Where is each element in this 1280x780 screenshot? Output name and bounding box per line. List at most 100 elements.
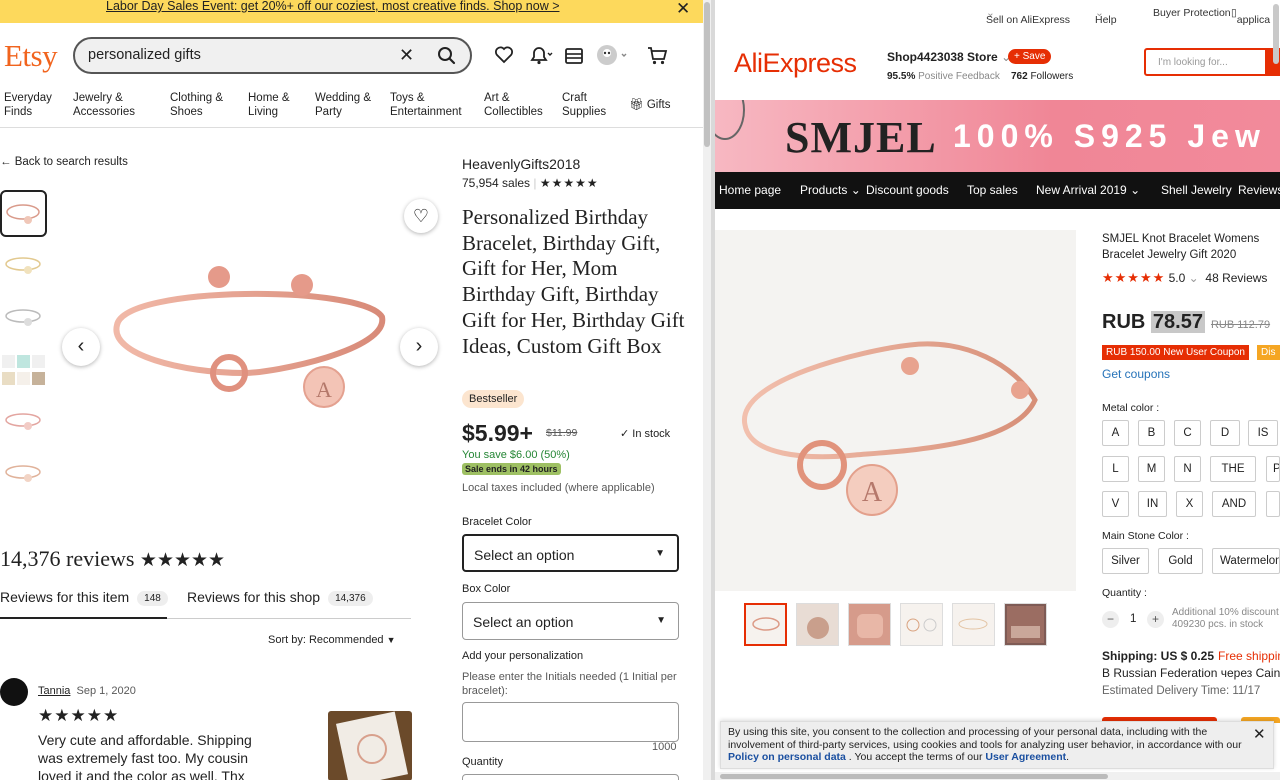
category-jewelry-accessories[interactable]: Jewelry & Accessories — [73, 91, 135, 119]
metal-option[interactable]: D — [1210, 420, 1240, 446]
metal-option[interactable]: AND — [1212, 491, 1256, 517]
gift-box-icon[interactable] — [564, 44, 584, 66]
metal-option[interactable]: V — [1102, 491, 1129, 517]
product-thumbnail[interactable] — [0, 398, 47, 445]
stone-option-silver[interactable]: Silver — [1102, 548, 1149, 574]
cart-icon[interactable] — [646, 44, 668, 66]
product-main-image[interactable]: A — [715, 230, 1076, 591]
quantity-input[interactable]: 1 — [1130, 613, 1136, 625]
app-link[interactable]: ▯ applica — [1231, 7, 1270, 26]
product-thumbnail[interactable] — [900, 603, 943, 646]
box-color-select[interactable]: Select an option ▼ — [462, 602, 679, 640]
close-banner-button[interactable]: ✕ — [676, 0, 690, 19]
ali-horizontal-scrollbar[interactable] — [715, 772, 1280, 780]
category-home-living[interactable]: Home & Living — [248, 91, 290, 119]
product-thumbnail[interactable] — [0, 294, 47, 341]
ali-scrollbar[interactable] — [1272, 0, 1280, 780]
product-thumbnail[interactable] — [0, 450, 47, 497]
product-thumbnail[interactable] — [796, 603, 839, 646]
nav-products[interactable]: Products ⌄ — [800, 183, 861, 197]
metal-option[interactable]: X — [1176, 491, 1203, 517]
promo-banner-link[interactable]: Labor Day Sales Event: get 20%+ off our … — [106, 0, 560, 13]
clear-search-button[interactable]: ✕ — [399, 45, 414, 66]
category-wedding-party[interactable]: Wedding & Party — [315, 91, 371, 119]
save-store-button[interactable]: + Save — [1008, 49, 1052, 64]
quantity-select[interactable] — [462, 774, 679, 780]
nav-shell-jewelry[interactable]: Shell Jewelry — [1161, 183, 1232, 197]
next-image-button[interactable]: › — [400, 328, 438, 366]
product-thumbnail[interactable] — [0, 350, 47, 397]
quantity-decrease-button[interactable]: − — [1102, 611, 1119, 628]
followers-count: 762 — [1010, 71, 1028, 82]
quantity-increase-button[interactable]: + — [1147, 611, 1164, 628]
get-coupons-link[interactable]: Get coupons — [1102, 367, 1170, 381]
tab-reviews-for-shop[interactable]: Reviews for this shop 14,376 — [187, 589, 373, 606]
search-input[interactable]: personalized gifts — [88, 47, 201, 63]
product-thumbnail[interactable] — [0, 190, 47, 237]
metal-option[interactable]: B — [1138, 420, 1165, 446]
shop-rating-stars[interactable]: ★★★★★ — [540, 176, 599, 190]
search-icon[interactable] — [436, 46, 458, 66]
category-toys-entertainment[interactable]: Toys & Entertainment — [390, 91, 462, 119]
nav-top-sales[interactable]: Top sales — [967, 183, 1018, 197]
account-avatar-icon[interactable] — [596, 44, 630, 66]
nav-discount-goods[interactable]: Discount goods — [866, 183, 949, 197]
category-everyday-finds[interactable]: Everyday Finds — [4, 91, 52, 119]
stone-option-watermelon[interactable]: Watermelon — [1212, 548, 1280, 574]
sell-on-aliexpress-link[interactable]: Sell on AliExpress ⌄ — [986, 7, 1070, 26]
metal-option[interactable]: M — [1138, 456, 1165, 482]
etsy-logo[interactable]: Etsy — [4, 38, 58, 74]
new-user-coupon[interactable]: RUB 150.00 New User Coupon — [1102, 345, 1249, 360]
product-thumbnail[interactable] — [1004, 603, 1047, 646]
shop-sales: 75,954 sales | ★★★★★ — [462, 176, 599, 190]
category-art-collectibles[interactable]: Art & Collectibles — [484, 91, 543, 119]
metal-option[interactable]: L — [1102, 456, 1129, 482]
metal-option[interactable]: THE — [1210, 456, 1256, 482]
minus-icon: − — [1106, 612, 1114, 626]
help-link[interactable]: Help ⌄ — [1095, 7, 1117, 26]
product-thumbnail[interactable] — [0, 242, 47, 289]
ali-search-input[interactable]: I'm looking for... — [1144, 48, 1280, 76]
user-agreement-link[interactable]: User Agreement — [985, 751, 1066, 763]
shipping-destination[interactable]: B Russian Federation через Caini — [1102, 666, 1280, 680]
personal-data-policy-link[interactable]: Policy on personal data — [728, 751, 846, 763]
promo-banner[interactable]: Labor Day Sales Event: get 20%+ off our … — [0, 0, 703, 23]
bracelet-color-select[interactable]: Select an option ▼ — [462, 534, 679, 572]
category-clothing-shoes[interactable]: Clothing & Shoes — [170, 91, 223, 119]
notifications-bell-icon[interactable] — [528, 44, 554, 66]
personalization-textarea[interactable] — [462, 702, 679, 742]
favorites-icon[interactable] — [494, 44, 514, 66]
reviewer-avatar[interactable] — [0, 678, 28, 706]
sort-by-dropdown[interactable]: Sort by: Recommended ▼ — [268, 634, 396, 646]
stock-note: 409230 pcs. in stock — [1172, 619, 1264, 630]
aliexpress-logo[interactable]: AliExpress — [734, 48, 857, 79]
buyer-protection-link[interactable]: Buyer Protection — [1153, 7, 1231, 19]
stone-option-gold[interactable]: Gold — [1158, 548, 1203, 574]
store-banner[interactable]: SMJEL 100% S925 Jew — [715, 100, 1280, 172]
nav-new-arrival[interactable]: New Arrival 2019 ⌄ — [1036, 183, 1140, 197]
reviewer-name-link[interactable]: Tannia — [38, 685, 70, 697]
product-thumbnail[interactable] — [744, 603, 787, 646]
store-name-link[interactable]: Shop4423038 Store ⌄ — [887, 50, 1011, 64]
etsy-scrollbar[interactable] — [703, 0, 711, 780]
product-rating[interactable]: ★★★★★ 5.0 ⌄ 48 Reviews — [1102, 270, 1267, 286]
category-gifts[interactable]: 🎁︎ Gifts — [629, 98, 670, 112]
metal-option[interactable]: A — [1102, 420, 1129, 446]
search-placeholder: I'm looking for... — [1158, 57, 1228, 68]
review-photo[interactable] — [328, 711, 412, 780]
search-bar[interactable]: personalized gifts ✕ — [73, 37, 472, 74]
product-thumbnail[interactable] — [848, 603, 891, 646]
previous-image-button[interactable]: ‹ — [62, 328, 100, 366]
category-craft-supplies[interactable]: Craft Supplies — [562, 91, 606, 119]
tab-reviews-for-item[interactable]: Reviews for this item 148 — [0, 589, 168, 606]
product-thumbnail[interactable] — [952, 603, 995, 646]
close-cookie-banner-button[interactable]: ✕ — [1253, 725, 1266, 743]
metal-option[interactable]: C — [1174, 420, 1201, 446]
add-to-favorites-button[interactable]: ♡ — [404, 199, 438, 233]
metal-option[interactable]: IN — [1138, 491, 1167, 517]
back-to-search-link[interactable]: ← Back to search results — [0, 156, 128, 168]
shop-name-link[interactable]: HeavenlyGifts2018 — [462, 156, 580, 172]
metal-option[interactable]: N — [1174, 456, 1201, 482]
category-label: Art & — [484, 92, 510, 104]
nav-home-page[interactable]: Home page — [719, 183, 781, 197]
